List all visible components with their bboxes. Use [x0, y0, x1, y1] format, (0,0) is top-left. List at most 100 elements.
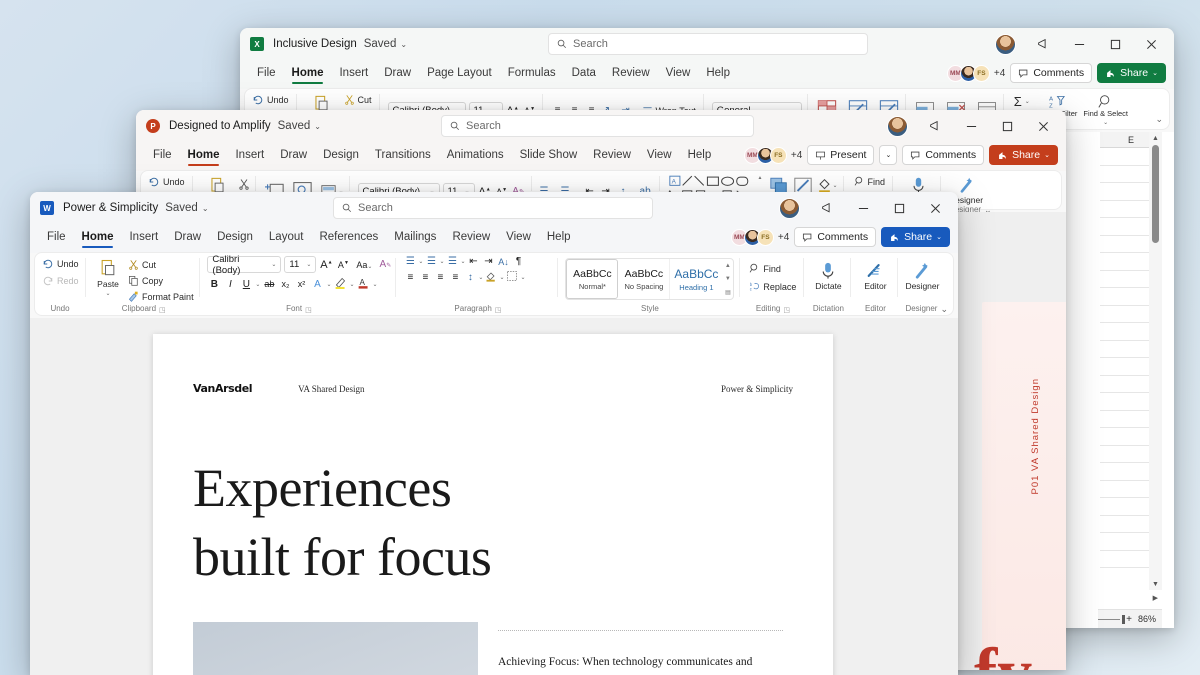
word-collab-chip-fs[interactable]: FS [756, 228, 774, 246]
word-document-title[interactable]: Power & Simplicity [63, 202, 158, 214]
word-clipboard-dialog-launcher[interactable]: ◳ [159, 306, 166, 314]
powerpoint-search-input[interactable]: Search [441, 115, 754, 137]
excel-share-button[interactable]: Share ⌄ [1097, 63, 1166, 83]
word-borders-button[interactable] [505, 270, 519, 285]
word-underline-dropdown[interactable]: ⌄ [255, 281, 260, 288]
word-editing-dialog-launcher[interactable]: ◳ [783, 306, 790, 314]
powerpoint-close-button[interactable] [1026, 111, 1060, 141]
word-font-size-input[interactable]: 11 ⌄ [284, 256, 317, 273]
excel-user-avatar[interactable] [995, 33, 1016, 55]
word-font-color-button[interactable]: A [357, 276, 371, 292]
word-document-page[interactable]: VanArsdel VA Shared Design Power & Simpl… [153, 334, 833, 675]
excel-cut-button[interactable]: Cut [342, 92, 374, 107]
word-align-left-button[interactable]: ≡ [403, 272, 417, 283]
word-multilevel-list-button[interactable]: ☰ [445, 256, 459, 267]
excel-tab-data[interactable]: Data [565, 65, 603, 81]
excel-tab-help[interactable]: Help [699, 65, 737, 81]
word-increase-indent-button[interactable]: ⇥ [482, 256, 496, 267]
powerpoint-tab-design[interactable]: Design [316, 147, 366, 163]
word-strikethrough-button[interactable]: ab [262, 279, 276, 289]
word-shading-button[interactable] [484, 270, 498, 285]
powerpoint-user-avatar[interactable] [887, 115, 908, 137]
word-copy-button[interactable]: Copy [126, 273, 196, 288]
word-change-case-button[interactable]: Aa⌄ [353, 260, 375, 270]
word-tab-layout[interactable]: Layout [262, 229, 311, 245]
excel-tab-draw[interactable]: Draw [377, 65, 418, 81]
word-align-right-button[interactable]: ≡ [433, 272, 447, 283]
scroll-up-arrow-icon[interactable]: ▲ [1152, 132, 1159, 144]
excel-tab-file[interactable]: File [250, 65, 283, 81]
word-tab-references[interactable]: References [312, 229, 385, 245]
word-tab-view[interactable]: View [499, 229, 538, 245]
excel-document-title[interactable]: Inclusive Design [273, 38, 357, 50]
word-document-canvas[interactable]: VanArsdel VA Shared Design Power & Simpl… [30, 318, 958, 675]
powerpoint-tab-animations[interactable]: Animations [440, 147, 511, 163]
word-borders-dropdown[interactable]: ⌄ [520, 274, 525, 281]
word-collab-overflow[interactable]: +4 [778, 232, 789, 243]
powerpoint-document-title[interactable]: Designed to Amplify [169, 120, 271, 132]
powerpoint-collab-overflow[interactable]: +4 [791, 150, 802, 161]
excel-scroll-thumb[interactable] [1152, 145, 1159, 243]
word-maximize-button[interactable] [882, 193, 916, 223]
word-paragraph-dialog-launcher[interactable]: ◳ [495, 306, 502, 314]
word-dictate-button[interactable]: Dictate [811, 259, 845, 291]
word-search-input[interactable]: Search [333, 197, 653, 219]
powerpoint-present-button[interactable]: Present [807, 145, 875, 165]
powerpoint-present-dropdown[interactable]: ⌄ [879, 145, 898, 165]
powerpoint-comments-button[interactable]: Comments [902, 145, 985, 165]
excel-collaborators[interactable]: MM FS +4 [946, 64, 1005, 82]
word-shrink-font-button[interactable]: A▼ [336, 260, 350, 270]
word-user-avatar[interactable] [779, 197, 800, 219]
word-tab-mailings[interactable]: Mailings [387, 229, 443, 245]
word-ribbon-collapse-icon[interactable]: ⌄ [940, 304, 948, 315]
excel-tab-review[interactable]: Review [605, 65, 657, 81]
word-bullets-dropdown[interactable]: ⌄ [418, 258, 423, 265]
powerpoint-share-button[interactable]: Share ⌄ [989, 145, 1058, 165]
excel-ribbon-collapse-icon[interactable]: ⌄ [1155, 114, 1163, 125]
word-decrease-indent-button[interactable]: ⇤ [467, 256, 481, 267]
word-replace-button[interactable]: bc Replace [747, 279, 798, 294]
word-grow-font-button[interactable]: A▲ [319, 259, 333, 271]
excel-collab-overflow[interactable]: +4 [994, 68, 1005, 79]
word-align-center-button[interactable]: ≡ [418, 272, 432, 283]
gallery-more-icon[interactable]: ▤ [725, 289, 731, 296]
word-style-normal[interactable]: AaBbCc Normal* [566, 259, 619, 299]
scroll-right-arrow-icon[interactable]: ▶ [1153, 594, 1158, 602]
excel-zoom-level[interactable]: 86% [1138, 614, 1156, 624]
word-tab-draw[interactable]: Draw [167, 229, 208, 245]
powerpoint-tab-help[interactable]: Help [681, 147, 719, 163]
word-collaborators[interactable]: MM FS +4 [730, 228, 789, 246]
word-feedback-icon[interactable] [810, 193, 844, 223]
word-tab-design[interactable]: Design [210, 229, 260, 245]
excel-zoom-in-icon[interactable]: + [1126, 614, 1132, 625]
word-style-heading-1[interactable]: AaBbCc Heading 1 [670, 259, 722, 299]
excel-tab-insert[interactable]: Insert [332, 65, 375, 81]
word-text-effects-dropdown[interactable]: ⌄ [326, 281, 331, 288]
excel-search-input[interactable]: Search [548, 33, 868, 55]
powerpoint-tab-review[interactable]: Review [586, 147, 638, 163]
word-font-name-input[interactable]: Calibri (Body) ⌄ [207, 254, 282, 276]
powerpoint-maximize-button[interactable] [990, 111, 1024, 141]
excel-vertical-scrollbar[interactable]: ▲ ▼ [1149, 132, 1162, 590]
word-superscript-button[interactable]: x² [294, 279, 308, 289]
word-saved-chevron-icon[interactable]: ⌄ [202, 204, 209, 213]
word-clear-formatting-button[interactable]: A✎ [378, 259, 392, 270]
excel-comments-button[interactable]: Comments [1010, 63, 1093, 83]
powerpoint-tab-draw[interactable]: Draw [273, 147, 314, 163]
powerpoint-slide[interactable]: P01 VA Shared Design fy. [974, 302, 1066, 670]
powerpoint-tab-view[interactable]: View [640, 147, 679, 163]
word-cut-button[interactable]: Cut [126, 257, 196, 272]
powerpoint-saved-status[interactable]: Saved [278, 120, 311, 132]
word-multilevel-dropdown[interactable]: ⌄ [460, 258, 465, 265]
word-numbering-button[interactable]: ☰ [424, 256, 438, 267]
excel-tab-home[interactable]: Home [285, 65, 331, 84]
word-tab-help[interactable]: Help [540, 229, 578, 245]
excel-collab-chip-fs[interactable]: FS [972, 64, 990, 82]
powerpoint-shape-fill-button[interactable]: ⌄ [817, 174, 838, 193]
word-font-color-dropdown[interactable]: ⌄ [373, 281, 378, 288]
scroll-down-arrow-icon[interactable]: ▼ [1152, 578, 1159, 590]
word-bullets-button[interactable]: ☰ [403, 256, 417, 267]
word-find-button[interactable]: Find [747, 261, 783, 276]
word-subscript-button[interactable]: x₂ [278, 279, 292, 289]
word-tab-insert[interactable]: Insert [122, 229, 165, 245]
